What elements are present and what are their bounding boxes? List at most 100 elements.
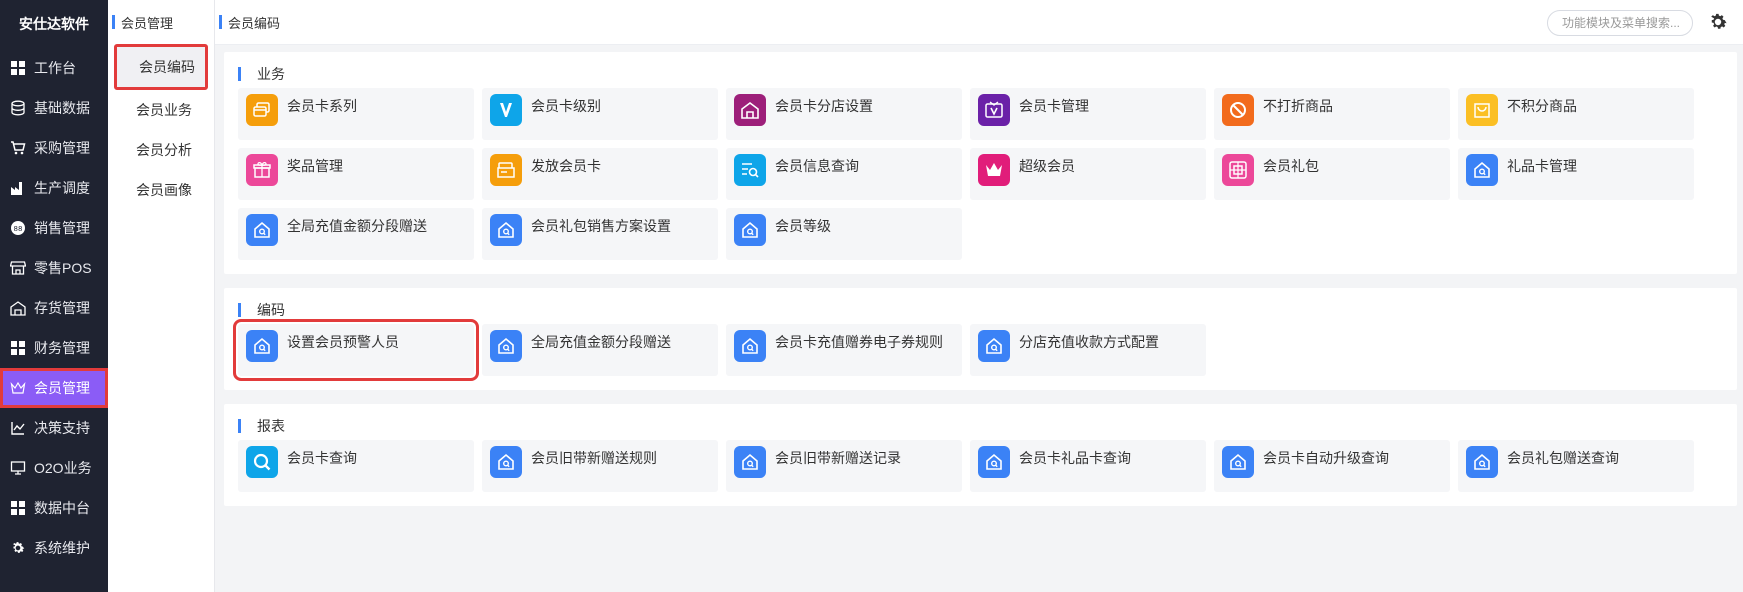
module-card[interactable]: 全局充值金额分段赠送: [482, 324, 718, 376]
sidebar-item-9[interactable]: 决策支持: [0, 408, 108, 448]
issue-card-icon: [490, 154, 522, 186]
section-title-label: 业务: [257, 66, 285, 82]
module-card[interactable]: 会员卡自动升级查询: [1214, 440, 1450, 492]
sidebar-item-6[interactable]: 存货管理: [0, 288, 108, 328]
module-card[interactable]: 会员卡级别: [482, 88, 718, 140]
module-card[interactable]: 会员礼包: [1214, 148, 1450, 200]
section-1: 编码 设置会员预警人员 全局充值金额分段赠送 会员卡充值赠券电子券规则 分店充值收款方式…: [224, 288, 1737, 390]
grid-icon: [10, 500, 26, 516]
sidebar-item-label: 销售管理: [34, 220, 90, 236]
submenu-item-2[interactable]: 会员分析: [108, 130, 214, 170]
section-title: 报表: [238, 416, 1723, 436]
sidebar-item-label: O2O业务: [34, 460, 92, 476]
module-card[interactable]: 礼品卡管理: [1458, 148, 1694, 200]
module-card[interactable]: 超级会员: [970, 148, 1206, 200]
no-discount-icon: [1222, 94, 1254, 126]
module-card[interactable]: 发放会员卡: [482, 148, 718, 200]
card-grid: 会员卡查询 会员旧带新赠送规则 会员旧带新赠送记录 会员卡礼品卡查询 会员卡自动升级查询…: [238, 440, 1723, 492]
module-card[interactable]: 会员礼包赠送查询: [1458, 440, 1694, 492]
submenu-list: 会员编码 会员业务 会员分析 会员画像: [108, 44, 214, 210]
sidebar-item-10[interactable]: O2O业务: [0, 448, 108, 488]
sales-icon: 88: [10, 220, 26, 236]
sidebar-item-label: 存货管理: [34, 300, 90, 316]
card-series-icon: [246, 94, 278, 126]
module-card-label: 会员信息查询: [775, 158, 859, 174]
home-search-icon: [490, 446, 522, 478]
page-title: 会员编码: [228, 15, 281, 31]
search-input[interactable]: 功能模块及菜单搜索...: [1547, 10, 1693, 36]
top-bar: 会员编码 功能模块及菜单搜索...: [215, 0, 1743, 45]
module-card-label: 会员卡管理: [1019, 98, 1089, 114]
magnifier-icon: [246, 446, 278, 478]
gear-icon: [10, 540, 26, 556]
module-card-label: 会员卡查询: [287, 450, 357, 466]
section-2: 报表会员卡查询 会员旧带新赠送规则 会员旧带新赠送记录 会员卡礼品卡查询 会员卡自动升级…: [224, 404, 1737, 506]
module-card[interactable]: 不积分商品: [1458, 88, 1694, 140]
submenu-item-0[interactable]: 会员编码: [114, 44, 208, 90]
module-card-label: 分店充值收款方式配置: [1019, 334, 1159, 350]
module-card[interactable]: 全局充值金额分段赠送: [238, 208, 474, 260]
sidebar-item-1[interactable]: 基础数据: [0, 88, 108, 128]
module-card[interactable]: 会员信息查询: [726, 148, 962, 200]
module-card[interactable]: 会员礼包销售方案设置: [482, 208, 718, 260]
sidebar-item-2[interactable]: 采购管理: [0, 128, 108, 168]
module-card-label: 会员卡礼品卡查询: [1019, 450, 1131, 466]
module-card[interactable]: 会员等级: [726, 208, 962, 260]
module-card-label: 发放会员卡: [531, 158, 601, 174]
sidebar-item-label: 系统维护: [34, 540, 90, 556]
module-card[interactable]: 奖品管理: [238, 148, 474, 200]
module-card-label: 会员旧带新赠送规则: [531, 450, 657, 466]
settings-gear-icon[interactable]: [1707, 11, 1729, 33]
home-search-icon: [1466, 154, 1498, 186]
sidebar-item-7[interactable]: 财务管理: [0, 328, 108, 368]
submenu-item-3[interactable]: 会员画像: [108, 170, 214, 210]
sidebar-item-8[interactable]: 会员管理: [0, 368, 108, 408]
module-card-label: 不积分商品: [1507, 98, 1577, 114]
home-search-icon: [1466, 446, 1498, 478]
home-search-icon: [734, 214, 766, 246]
submenu-item-1[interactable]: 会员业务: [108, 90, 214, 130]
submenu-header: 会员管理: [108, 0, 214, 44]
module-card[interactable]: 会员卡查询: [238, 440, 474, 492]
monitor-icon: [10, 460, 26, 476]
decision-icon: [10, 420, 26, 436]
module-card[interactable]: 会员旧带新赠送记录: [726, 440, 962, 492]
module-card[interactable]: 分店充值收款方式配置: [970, 324, 1206, 376]
module-card-label: 会员礼包赠送查询: [1507, 450, 1619, 466]
module-card[interactable]: 会员卡系列: [238, 88, 474, 140]
home-search-icon: [490, 330, 522, 362]
sidebar-item-3[interactable]: 生产调度: [0, 168, 108, 208]
module-card[interactable]: 会员卡管理: [970, 88, 1206, 140]
sidebar-item-label: 会员管理: [34, 380, 90, 396]
module-card-label: 会员卡级别: [531, 98, 601, 114]
sidebar-item-4[interactable]: 88 销售管理: [0, 208, 108, 248]
factory-icon: [10, 180, 26, 196]
module-card-label: 礼品卡管理: [1507, 158, 1577, 174]
module-card-label: 会员卡系列: [287, 98, 357, 114]
module-card[interactable]: 会员旧带新赠送规则: [482, 440, 718, 492]
sidebar-item-11[interactable]: 数据中台: [0, 488, 108, 528]
sidebar-item-label: 财务管理: [34, 340, 90, 356]
module-card[interactable]: 不打折商品: [1214, 88, 1450, 140]
card-grid: 会员卡系列 会员卡级别 会员卡分店设置 会员卡管理 不打折商品 不积分商品奖品管理 发放会员…: [238, 88, 1723, 260]
module-card[interactable]: 会员卡分店设置: [726, 88, 962, 140]
main-sidebar: 安仕达软件 工作台 基础数据 采购管理 生产调度 88 销售管理 零售POS 存货管理 财务管理…: [0, 0, 108, 592]
module-card-label: 会员礼包: [1263, 158, 1319, 174]
module-card[interactable]: 会员卡充值赠券电子券规则: [726, 324, 962, 376]
section-title-accent: [238, 419, 241, 433]
sidebar-item-0[interactable]: 工作台: [0, 48, 108, 88]
home-search-icon: [734, 330, 766, 362]
module-card[interactable]: 会员卡礼品卡查询: [970, 440, 1206, 492]
home-search-icon: [490, 214, 522, 246]
module-card-label: 奖品管理: [287, 158, 343, 174]
module-card-label: 会员卡充值赠券电子券规则: [775, 334, 943, 350]
module-card[interactable]: 设置会员预警人员: [233, 319, 479, 381]
crown-icon: [10, 380, 26, 396]
sidebar-item-5[interactable]: 零售POS: [0, 248, 108, 288]
sidebar-item-label: 工作台: [34, 60, 76, 76]
sidebar-item-label: 决策支持: [34, 420, 90, 436]
module-card-label: 不打折商品: [1263, 98, 1333, 114]
home-search-icon: [246, 330, 278, 362]
sidebar-item-12[interactable]: 系统维护: [0, 528, 108, 568]
module-card-label: 会员卡自动升级查询: [1263, 450, 1389, 466]
